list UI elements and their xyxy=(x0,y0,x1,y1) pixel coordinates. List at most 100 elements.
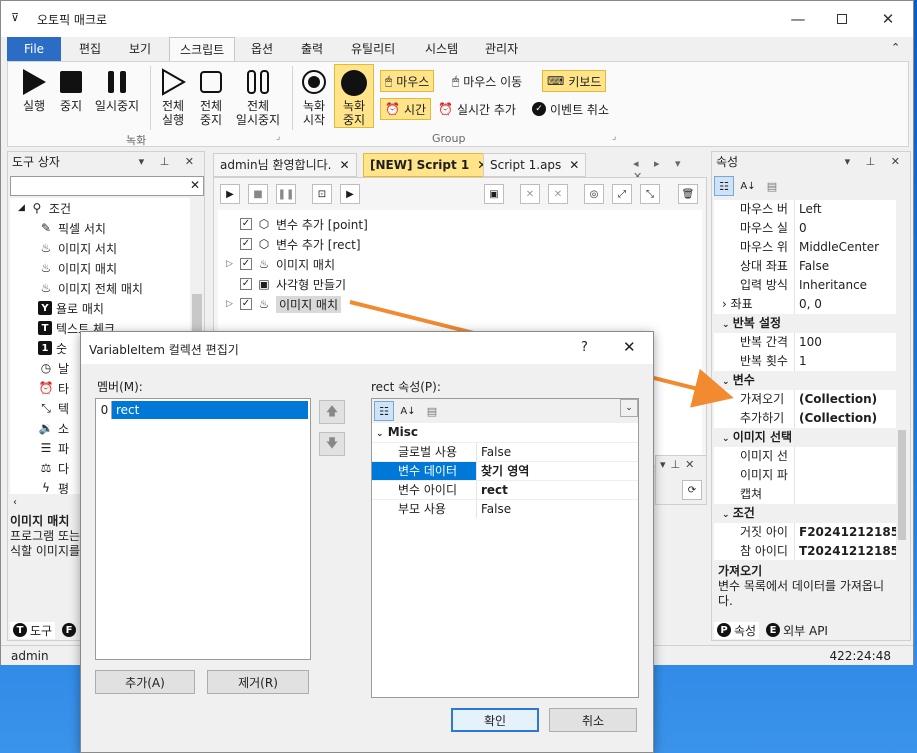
tab-edit[interactable]: 편집 xyxy=(69,37,111,61)
collapse-icon[interactable]: ⌄ xyxy=(722,320,733,330)
property-row[interactable]: 이미지 선 xyxy=(714,447,908,466)
panel-controls-icon[interactable]: ▾⊥✕ xyxy=(660,458,699,471)
dialog-close-button[interactable]: ✕ xyxy=(623,338,636,356)
property-row[interactable]: 가져오기 (Collection) xyxy=(714,390,908,409)
item-checkbox[interactable]: ✓ xyxy=(240,298,252,310)
property-row[interactable]: 이미지 파 xyxy=(714,466,908,485)
property-value[interactable] xyxy=(794,466,908,485)
event-cancel-toggle[interactable]: ✓ 이벤트 취소 xyxy=(528,98,613,120)
panel-controls-icon[interactable]: ▾ ⊥ ✕ xyxy=(845,152,906,172)
mouse-toggle[interactable]: 🖱 마우스 xyxy=(380,70,435,92)
script-item[interactable]: ▷ ✓ ♨ 이미지 매치 xyxy=(218,254,702,274)
property-value[interactable]: (Collection) xyxy=(794,409,908,428)
run-button[interactable]: 실행 xyxy=(16,66,52,113)
property-value[interactable] xyxy=(794,447,908,466)
clear-icon[interactable]: ✕ xyxy=(190,178,200,192)
stop-script-button[interactable]: ■ xyxy=(248,184,268,204)
mouse-move-toggle[interactable]: 🖱 마우스 이동 xyxy=(448,70,526,92)
tab-script-file[interactable]: Script 1.aps ✕ xyxy=(483,153,587,177)
property-value[interactable]: Left xyxy=(794,200,908,219)
dialog-property-value[interactable]: False xyxy=(476,500,638,518)
run-all-button[interactable]: 전체 실행 xyxy=(156,66,190,127)
panel-controls-icon[interactable]: ▾ ⊥ ✕ xyxy=(139,152,200,172)
capture-button[interactable]: ◎ xyxy=(584,184,604,204)
collapse-ribbon-icon[interactable]: ⌃ xyxy=(891,41,900,54)
property-row[interactable]: 입력 방식 Inheritance xyxy=(714,276,908,295)
pause-button[interactable]: 일시중지 xyxy=(92,66,142,113)
property-pages-icon[interactable]: ▤ xyxy=(422,401,442,421)
toolbox-item[interactable]: ♨ 이미지 매치 xyxy=(10,258,204,278)
maximize-button[interactable] xyxy=(819,1,865,37)
property-pages-icon[interactable]: ▤ xyxy=(762,176,782,196)
property-scrollbar[interactable] xyxy=(896,200,908,560)
tab-toolbox[interactable]: T 도구 xyxy=(10,621,56,639)
system-menu-icon[interactable]: ⊽ xyxy=(11,11,19,24)
collapse-button[interactable]: ⤡ xyxy=(640,184,660,204)
close-tab-icon[interactable]: ✕ xyxy=(569,154,579,176)
step-button[interactable]: ⊡ xyxy=(312,184,332,204)
collapse-icon[interactable]: ⌄ xyxy=(376,429,384,439)
remove-button[interactable]: ✕ xyxy=(548,184,568,204)
property-value[interactable] xyxy=(794,485,908,504)
property-row[interactable]: 참 아이디 T2024121218580 xyxy=(714,542,908,560)
toolbox-item[interactable]: Y 욜로 매치 xyxy=(10,298,204,318)
property-value[interactable]: MiddleCenter xyxy=(794,238,908,257)
dropdown-icon[interactable]: ⌄ xyxy=(620,399,638,417)
run-script-button[interactable]: ▶ xyxy=(220,184,240,204)
property-row[interactable]: 반복 횟수 1 xyxy=(714,352,908,371)
dialog-property-value[interactable]: rect xyxy=(476,481,638,499)
move-up-button[interactable]: 🡅 xyxy=(319,400,345,424)
tab-new-script[interactable]: [NEW] Script 1✕ xyxy=(363,153,495,177)
script-item[interactable]: ✓ ▣ 사각형 만들기 xyxy=(218,274,702,294)
add-button[interactable]: 추가(A) xyxy=(95,670,195,694)
stop-all-button[interactable]: 전체 중지 xyxy=(194,66,228,127)
dialog-property-value[interactable]: 찾기 영역 xyxy=(476,462,638,480)
property-row[interactable]: 마우스 실 0 xyxy=(714,219,908,238)
collapse-icon[interactable]: ◢ xyxy=(18,203,25,213)
property-row[interactable]: 캡쳐 xyxy=(714,485,908,504)
close-button[interactable]: ✕ xyxy=(865,1,911,37)
move-down-button[interactable]: 🡇 xyxy=(319,432,345,456)
record-stop-button[interactable]: 녹화 중지 xyxy=(334,64,374,128)
close-tab-icon[interactable]: ✕ xyxy=(339,154,349,176)
collapse-icon[interactable]: ⌄ xyxy=(722,510,733,520)
property-row[interactable]: › 좌표 0, 0 xyxy=(714,295,908,314)
help-button[interactable]: ? xyxy=(581,340,588,355)
collapse-icon[interactable]: ⌄ xyxy=(722,434,733,444)
categorized-icon[interactable]: ☷ xyxy=(714,176,734,196)
record-start-button[interactable]: 녹화 시작 xyxy=(296,66,332,127)
dialog-launcher-icon[interactable]: ⌟ xyxy=(612,132,616,142)
ok-button[interactable]: 확인 xyxy=(451,708,539,732)
image-button[interactable]: ▣ xyxy=(484,184,504,204)
toolbox-item[interactable]: ♨ 이미지 전체 매치 xyxy=(10,278,204,298)
tab-functions[interactable]: F xyxy=(59,623,79,637)
property-row[interactable]: 거짓 아이 F2024121218580 xyxy=(714,523,908,542)
tab-properties[interactable]: P 속성 xyxy=(714,621,760,639)
property-value[interactable]: Inheritance xyxy=(794,276,908,295)
dialog-property-value[interactable]: False xyxy=(476,443,638,461)
property-value[interactable]: 0 xyxy=(794,219,908,238)
item-checkbox[interactable]: ✓ xyxy=(240,218,252,230)
property-category[interactable]: ⌄ 조건 xyxy=(714,504,908,523)
categorized-icon[interactable]: ☷ xyxy=(374,401,394,421)
run-selected-button[interactable]: ▶ xyxy=(340,184,360,204)
keyboard-toggle[interactable]: ⌨ 키보드 xyxy=(542,70,607,92)
tab-admin[interactable]: 관리자 xyxy=(475,37,528,61)
realtime-add-toggle[interactable]: ⏰ 실시간 추가 xyxy=(434,98,520,120)
property-category[interactable]: ⌄ 반복 설정 xyxy=(714,314,908,333)
disable-button[interactable]: ✕ xyxy=(520,184,540,204)
sort-az-icon[interactable]: A↓ xyxy=(398,401,418,421)
toolbox-search-input[interactable]: ✕ xyxy=(10,176,204,196)
dialog-property-row[interactable]: 부모 사용 False xyxy=(372,499,638,518)
tab-system[interactable]: 시스템 xyxy=(415,37,468,61)
property-row[interactable]: 상대 좌표 False xyxy=(714,257,908,276)
dialog-property-row[interactable]: 변수 아이디 rect xyxy=(372,480,638,499)
item-checkbox[interactable]: ✓ xyxy=(240,278,252,290)
tab-script[interactable]: 스크립트 xyxy=(169,37,236,62)
pause-all-button[interactable]: 전체 일시중지 xyxy=(230,66,286,127)
item-checkbox[interactable]: ✓ xyxy=(240,238,252,250)
delete-button[interactable]: 🗑 xyxy=(678,184,698,204)
time-toggle[interactable]: ⏰ 시간 xyxy=(380,98,432,120)
dialog-property-row[interactable]: 글로벌 사용 False xyxy=(372,442,638,461)
pause-script-button[interactable]: ❚❚ xyxy=(276,184,296,204)
